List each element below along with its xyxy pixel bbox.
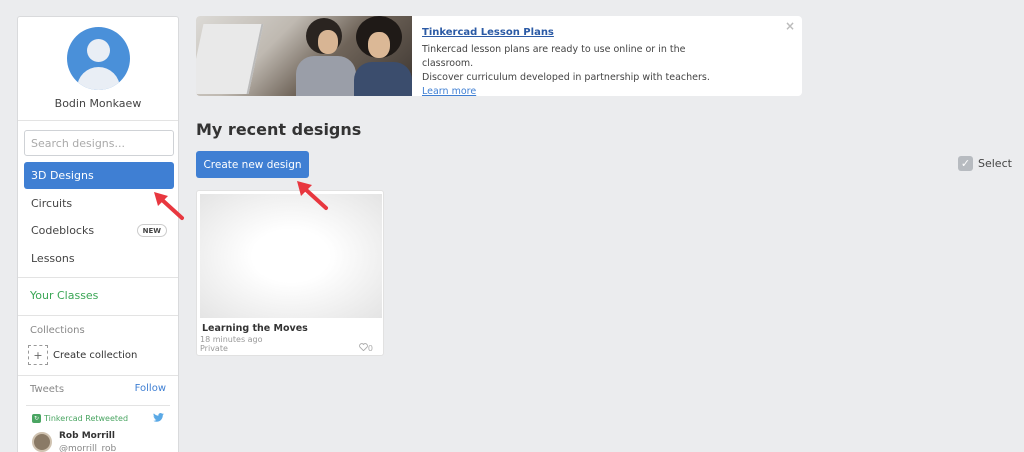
- banner-text-line-2-text: Discover curriculum developed in partner…: [422, 72, 710, 83]
- design-privacy: Private: [200, 344, 228, 353]
- divider: [18, 315, 178, 316]
- retweet-text: Tinkercad Retweeted: [44, 414, 129, 423]
- lesson-plans-banner: Tinkercad Lesson Plans Tinkercad lesson …: [196, 16, 802, 96]
- tweets-title: Tweets: [30, 384, 65, 395]
- annotation-arrow-icon: [297, 181, 328, 210]
- banner-child-2-face: [368, 32, 390, 58]
- divider: [18, 375, 178, 376]
- design-timestamp: 18 minutes ago: [200, 335, 263, 344]
- likes-count: 0: [367, 343, 373, 353]
- design-thumbnail[interactable]: [200, 194, 382, 318]
- username[interactable]: Bodin Monkaew: [18, 97, 178, 110]
- twitter-bird-icon: [153, 413, 164, 425]
- your-classes-link[interactable]: Your Classes: [30, 289, 98, 302]
- retweet-icon: ↻: [32, 414, 41, 423]
- checkbox-icon: ✓: [958, 156, 973, 171]
- tweet-author-handle[interactable]: @morrill_rob: [59, 444, 116, 452]
- create-collection-button[interactable]: + Create collection: [28, 345, 137, 365]
- profile-section: Bodin Monkaew: [18, 17, 178, 121]
- banner-image: [196, 16, 412, 96]
- tweet-avatar[interactable]: [32, 432, 52, 452]
- design-title[interactable]: Learning the Moves: [202, 323, 308, 334]
- avatar[interactable]: [67, 27, 130, 90]
- banner-description: Tinkercad lesson plans are ready to use …: [422, 43, 727, 96]
- follow-link[interactable]: Follow: [135, 383, 166, 394]
- banner-text-line-1: Tinkercad lesson plans are ready to use …: [422, 44, 686, 69]
- select-toggle[interactable]: ✓ Select: [958, 156, 1012, 171]
- retweet-line: ↻ Tinkercad Retweeted: [32, 414, 128, 423]
- nav-item-lessons[interactable]: Lessons: [24, 245, 174, 272]
- likes-counter[interactable]: 0: [359, 343, 373, 353]
- select-label: Select: [978, 157, 1012, 170]
- nav-item-3d-designs[interactable]: 3D Designs: [24, 162, 174, 189]
- nav-item-label: 3D Designs: [31, 169, 94, 182]
- tweet-author-name[interactable]: Rob Morrill: [59, 431, 115, 441]
- close-icon[interactable]: ×: [785, 19, 795, 33]
- create-new-design-button[interactable]: Create new design: [196, 151, 309, 178]
- banner-child-2-shirt: [354, 62, 412, 96]
- design-card[interactable]: Learning the Moves 18 minutes ago Privat…: [196, 190, 384, 356]
- nav-item-label: Lessons: [31, 251, 75, 265]
- new-badge: NEW: [136, 224, 167, 237]
- learn-more-link[interactable]: Learn more: [422, 86, 476, 96]
- annotation-arrow-icon: [154, 192, 184, 220]
- divider: [18, 277, 178, 278]
- banner-text-line-2: Discover curriculum developed in partner…: [422, 71, 727, 96]
- avatar-body: [77, 67, 120, 90]
- heart-icon: [359, 343, 368, 353]
- banner-title-link[interactable]: Tinkercad Lesson Plans: [422, 27, 554, 38]
- nav-item-label: Circuits: [31, 196, 73, 210]
- divider: [26, 405, 170, 406]
- sidebar: Bodin Monkaew 3D Designs Circuits Codebl…: [17, 16, 179, 452]
- collections-title: Collections: [30, 325, 85, 336]
- avatar-head: [87, 39, 110, 62]
- banner-child-1-shirt: [296, 56, 356, 96]
- page-title: My recent designs: [196, 120, 362, 139]
- create-collection-label: Create collection: [53, 349, 138, 361]
- banner-child-1-face: [318, 30, 338, 54]
- plus-icon: +: [28, 345, 48, 365]
- nav-item-label: Codeblocks: [31, 224, 95, 237]
- search-input[interactable]: [24, 130, 174, 156]
- banner-laptop: [196, 24, 264, 94]
